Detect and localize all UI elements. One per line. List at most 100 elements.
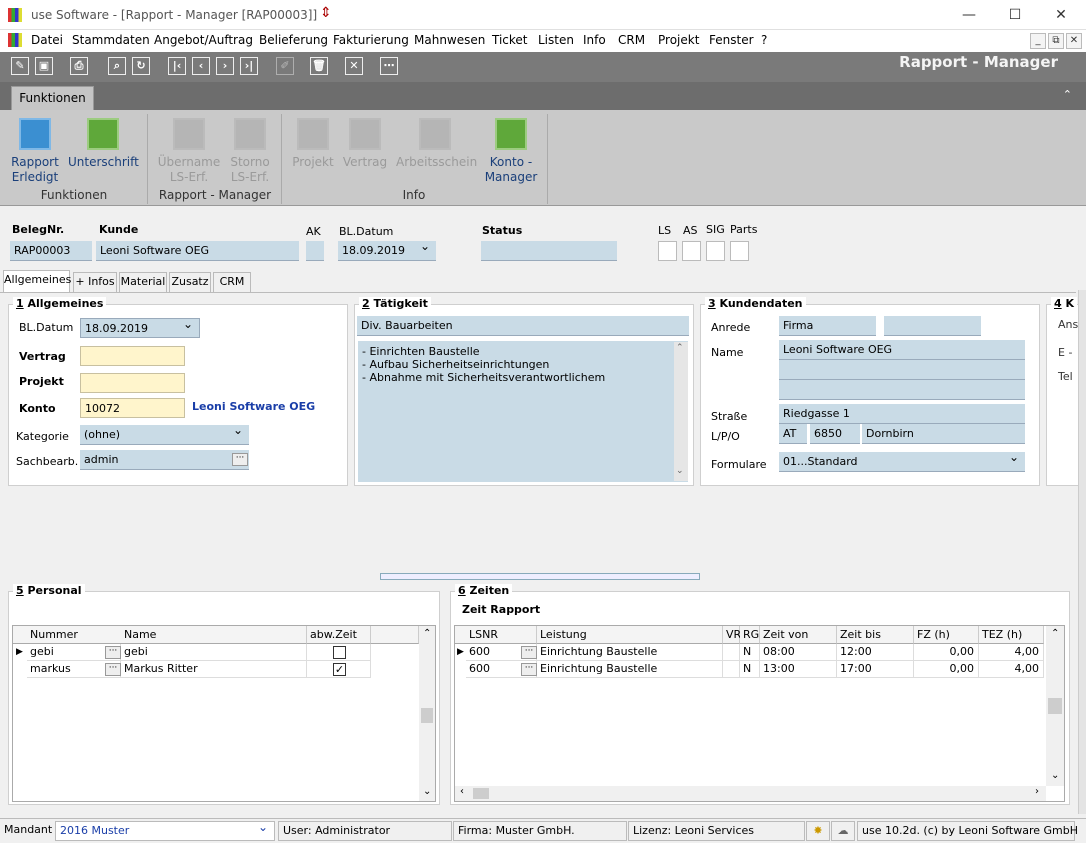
kategorie-select[interactable]: (ohne) bbox=[80, 425, 249, 445]
tab-allgemeines[interactable]: Allgemeines bbox=[3, 270, 71, 292]
notification-icon[interactable]: ✸ bbox=[806, 821, 830, 841]
anrede-field[interactable]: Firma bbox=[779, 316, 876, 336]
table-cell[interactable]: N bbox=[740, 644, 760, 661]
edit-icon[interactable]: ✎ bbox=[11, 57, 29, 75]
menu-datei[interactable]: Datei bbox=[31, 33, 63, 47]
lsnr-lookup-button[interactable]: ··· bbox=[521, 646, 537, 659]
next-record-icon[interactable]: › bbox=[216, 57, 234, 75]
network-icon[interactable]: ☁ bbox=[831, 821, 855, 841]
maximize-button[interactable]: ☐ bbox=[992, 0, 1038, 30]
table-cell[interactable]: 17:00 bbox=[837, 661, 914, 678]
table-cell[interactable]: Einrichtung Baustelle bbox=[537, 661, 723, 678]
collapse-ribbon-icon[interactable]: ⌃ bbox=[1063, 88, 1072, 101]
menu-angebot-auftrag[interactable]: Angebot/Auftrag bbox=[154, 33, 253, 47]
table-cell[interactable] bbox=[723, 661, 740, 678]
refresh-icon[interactable]: ↻ bbox=[132, 57, 150, 75]
col-name[interactable]: Name bbox=[121, 626, 307, 644]
table-cell[interactable]: N bbox=[740, 661, 760, 678]
last-record-icon[interactable]: ›| bbox=[240, 57, 258, 75]
scroll-down-icon[interactable]: ⌄ bbox=[1051, 770, 1059, 781]
sachbearb-field[interactable]: admin bbox=[80, 450, 249, 470]
scroll-right-icon[interactable]: › bbox=[1035, 786, 1039, 797]
scroll-down-icon[interactable]: ⌄ bbox=[423, 786, 431, 797]
table-cell[interactable]: 13:00 bbox=[760, 661, 837, 678]
tab-material[interactable]: Material bbox=[119, 272, 167, 292]
main-vertical-scrollbar[interactable] bbox=[1078, 290, 1086, 814]
scroll-down-icon[interactable]: ⌄ bbox=[676, 466, 684, 476]
plz-field[interactable]: 6850 bbox=[810, 424, 860, 444]
table-cell[interactable]: 08:00 bbox=[760, 644, 837, 661]
land-field[interactable]: AT bbox=[779, 424, 807, 444]
abw-zeit-checkbox[interactable] bbox=[333, 646, 346, 659]
scroll-thumb[interactable] bbox=[421, 708, 433, 723]
bldatum-header-field[interactable]: 18.09.2019 bbox=[338, 241, 436, 261]
titel-field[interactable] bbox=[884, 316, 981, 336]
prev-record-icon[interactable]: ‹ bbox=[192, 57, 210, 75]
zeiten-horizontal-scrollbar[interactable] bbox=[455, 786, 1046, 801]
kunde-field[interactable]: Leoni Software OEG bbox=[96, 241, 299, 261]
sachbearb-lookup-button[interactable]: ··· bbox=[232, 453, 248, 466]
konto-manager-button[interactable]: Konto - Manager bbox=[484, 118, 538, 185]
table-cell[interactable]: 4,00 bbox=[979, 644, 1044, 661]
name-field-3[interactable] bbox=[779, 380, 1025, 400]
konto-field[interactable]: 10072 bbox=[80, 398, 185, 418]
table-cell[interactable]: Einrichtung Baustelle bbox=[537, 644, 723, 661]
name-field-2[interactable] bbox=[779, 360, 1025, 380]
splitter-handle[interactable] bbox=[380, 573, 700, 580]
col-abw-zeit[interactable]: abw.Zeit bbox=[307, 626, 371, 644]
scroll-left-icon[interactable]: ‹ bbox=[460, 786, 464, 797]
scroll-up-icon[interactable]: ⌃ bbox=[423, 628, 431, 639]
delete-icon[interactable]: 🗑 bbox=[310, 57, 328, 75]
bldatum-field[interactable]: 18.09.2019 bbox=[80, 318, 200, 338]
menu-listen[interactable]: Listen bbox=[538, 33, 574, 47]
scroll-up-icon[interactable]: ⌃ bbox=[676, 343, 684, 353]
ort-field[interactable]: Dornbirn bbox=[862, 424, 1025, 444]
col-vr[interactable]: VR bbox=[723, 626, 741, 644]
as-field[interactable] bbox=[682, 241, 701, 261]
table-cell[interactable]: 0,00 bbox=[914, 644, 979, 661]
abw-zeit-checkbox[interactable]: ✓ bbox=[333, 663, 346, 676]
search-icon[interactable]: ⌕ bbox=[108, 57, 126, 75]
col-nummer[interactable]: Nummer bbox=[27, 626, 123, 644]
menu-fenster[interactable]: Fenster bbox=[709, 33, 754, 47]
table-cell[interactable]: 12:00 bbox=[837, 644, 914, 661]
close-button[interactable]: ✕ bbox=[1038, 0, 1084, 30]
unterschrift-button[interactable]: Unterschrift bbox=[68, 118, 139, 170]
tab-zusatz[interactable]: Zusatz bbox=[169, 272, 211, 292]
table-cell[interactable]: 4,00 bbox=[979, 661, 1044, 678]
cancel-icon[interactable]: ✕ bbox=[345, 57, 363, 75]
tab-funktionen[interactable]: Funktionen bbox=[11, 86, 94, 110]
minimize-button[interactable]: — bbox=[946, 0, 992, 30]
table-cell[interactable]: 0,00 bbox=[914, 661, 979, 678]
table-cell[interactable] bbox=[723, 644, 740, 661]
col-zeit-bis[interactable]: Zeit bis bbox=[837, 626, 914, 644]
formulare-select[interactable]: 01...Standard bbox=[779, 452, 1025, 472]
rapport-erledigt-button[interactable]: Rapport Erledigt bbox=[8, 118, 62, 185]
name-field-1[interactable]: Leoni Software OEG bbox=[779, 340, 1025, 360]
table-cell[interactable]: gebi bbox=[121, 644, 307, 661]
menu-ticket[interactable]: Ticket bbox=[492, 33, 528, 47]
taetigkeit-scrollbar[interactable] bbox=[674, 342, 688, 481]
col-tez[interactable]: TEZ (h) bbox=[979, 626, 1044, 644]
ls-field[interactable] bbox=[658, 241, 677, 261]
parts-field[interactable] bbox=[730, 241, 749, 261]
belegnr-field[interactable]: RAP00003 bbox=[10, 241, 92, 261]
nummer-lookup-button[interactable]: ··· bbox=[105, 646, 121, 659]
mdi-close-button[interactable]: ✕ bbox=[1066, 33, 1082, 49]
col-zeit-von[interactable]: Zeit von bbox=[760, 626, 837, 644]
menu-fakturierung[interactable]: Fakturierung bbox=[333, 33, 409, 47]
print-icon[interactable]: ⎙ bbox=[70, 57, 88, 75]
save-icon[interactable]: ▣ bbox=[35, 57, 53, 75]
scroll-up-icon[interactable]: ⌃ bbox=[1051, 628, 1059, 639]
mdi-minimize-button[interactable]: _ bbox=[1030, 33, 1046, 49]
sig-field[interactable] bbox=[706, 241, 725, 261]
col-rg[interactable]: RG bbox=[740, 626, 760, 644]
nummer-lookup-button[interactable]: ··· bbox=[105, 663, 121, 676]
mdi-app-icon[interactable] bbox=[8, 33, 22, 47]
taetigkeit-summary-field[interactable]: Div. Bauarbeiten bbox=[357, 316, 689, 336]
scroll-thumb[interactable] bbox=[1048, 698, 1062, 714]
mandant-select[interactable]: 2016 Muster bbox=[55, 818, 275, 841]
col-fz[interactable]: FZ (h) bbox=[914, 626, 979, 644]
col-leistung[interactable]: Leistung bbox=[537, 626, 723, 644]
mdi-restore-button[interactable]: ⧉ bbox=[1048, 33, 1064, 49]
